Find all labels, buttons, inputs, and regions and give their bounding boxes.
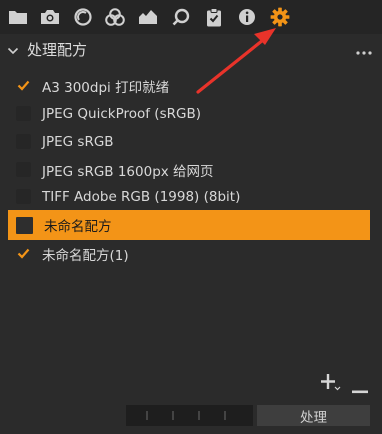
panel-header[interactable]: 处理配方 [0,36,382,62]
checkbox[interactable] [16,134,31,149]
exposure-icon[interactable] [137,6,159,28]
recipe-row[interactable]: 未命名配方(1) [8,240,370,267]
chevron-down-icon[interactable] [7,42,19,61]
progress-tick [198,411,200,420]
clipboard-icon[interactable] [203,6,225,28]
lens-icon[interactable] [72,6,94,28]
checkbox[interactable] [16,189,31,204]
more-options-icon[interactable] [356,41,372,60]
progress-tick [172,411,174,420]
recipe-row[interactable]: A3 300dpi 打印就绪 [8,72,370,99]
panel-title: 处理配方 [27,41,88,59]
recipe-row[interactable]: TIFF Adobe RGB (1998) (8bit) [8,183,370,210]
process-progress-field[interactable] [126,405,253,426]
camera-icon[interactable] [39,6,61,28]
checkbox-checked[interactable] [16,78,31,93]
progress-tick [146,411,148,420]
recipe-label: A3 300dpi 打印就绪 [42,79,170,96]
progress-tick [224,411,226,420]
add-recipe-button[interactable] [320,373,342,395]
info-icon[interactable] [236,6,258,28]
process-button[interactable]: 处理 [257,405,370,426]
checkbox[interactable] [16,162,31,177]
checkbox-checked[interactable] [16,246,31,261]
recipe-label: 未命名配方(1) [42,247,129,264]
recipe-row[interactable]: JPEG sRGB 1600px 给网页 [8,156,370,183]
recipe-row[interactable]: JPEG sRGB [8,128,370,155]
recipe-row-selected[interactable]: 未命名配方 [8,210,370,240]
recipe-label: JPEG sRGB 1600px 给网页 [42,163,214,180]
recipe-label: JPEG sRGB [42,133,114,150]
search-icon[interactable] [170,6,192,28]
recipe-label: 未命名配方 [44,219,112,235]
checkbox[interactable] [16,106,31,121]
tool-tab-bar [0,0,382,34]
recipe-label: TIFF Adobe RGB (1998) (8bit) [42,188,241,205]
remove-recipe-button[interactable] [352,379,368,398]
recipe-row[interactable]: JPEG QuickProof (sRGB) [8,100,370,127]
recipe-label: JPEG QuickProof (sRGB) [42,105,201,122]
gear-icon[interactable] [269,6,291,28]
folder-icon[interactable] [7,6,29,28]
checkbox[interactable] [16,216,33,234]
color-icon[interactable] [104,6,126,28]
